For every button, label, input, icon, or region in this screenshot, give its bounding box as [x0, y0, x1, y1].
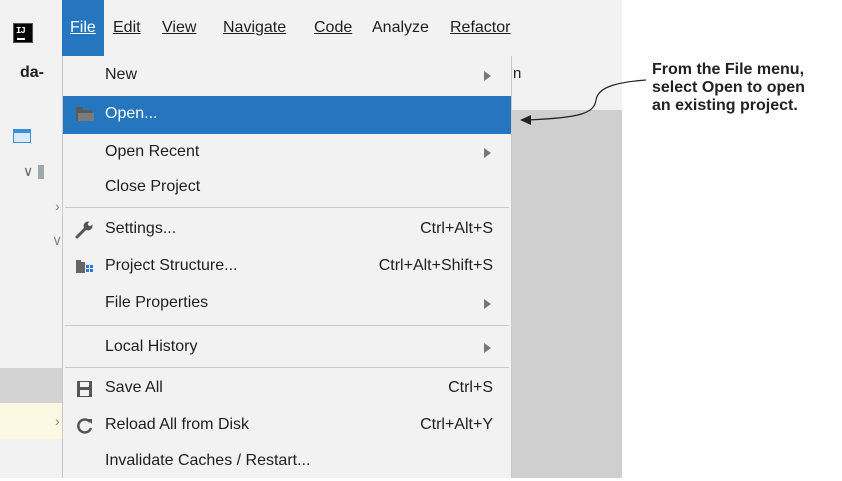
menu-view[interactable]: View: [154, 0, 204, 56]
menu-item-label: Save All: [105, 379, 163, 396]
menu-item-open[interactable]: Open...: [63, 96, 511, 134]
menu-file-label: File: [70, 19, 96, 36]
menu-separator: [65, 207, 509, 208]
annotation-line: select Open to open: [652, 79, 805, 96]
project-name[interactable]: da-: [20, 64, 44, 82]
menu-item-shortcut: Ctrl+Alt+Y: [420, 416, 493, 433]
project-structure-icon: [75, 258, 95, 276]
menu-item-settings[interactable]: Settings... Ctrl+Alt+S: [63, 211, 511, 249]
annotation-callout: From the File menu, select Open to open …: [652, 61, 842, 115]
menu-navigate[interactable]: Navigate: [215, 0, 294, 56]
menu-separator: [65, 367, 509, 368]
menu-item-label: Close Project: [105, 178, 201, 195]
toolbar-tail-text: n: [513, 65, 522, 82]
menu-code[interactable]: Code: [306, 0, 360, 56]
menu-item-new[interactable]: New: [63, 57, 511, 95]
menu-item-label: Open...: [105, 105, 158, 122]
menu-item-label: New: [105, 66, 138, 83]
menu-item-label: Reload All from Disk: [105, 416, 250, 433]
menu-code-label: Code: [314, 19, 353, 36]
app-logo-text: IJ: [16, 26, 26, 36]
menu-item-save-all[interactable]: Save All Ctrl+S: [63, 370, 511, 408]
menu-navigate-label: Navigate: [223, 19, 287, 36]
annotation-line: an existing project.: [652, 97, 798, 114]
menu-item-label: Local History: [105, 338, 198, 355]
menu-item-close-project[interactable]: Close Project: [63, 169, 511, 207]
project-panel-icon[interactable]: [13, 129, 31, 143]
menu-file[interactable]: File: [62, 0, 104, 56]
save-icon: [75, 380, 95, 398]
menu-item-open-recent[interactable]: Open Recent: [63, 134, 511, 172]
menu-bar: IJ File Edit View Navigate Code Analyze …: [0, 0, 622, 56]
menu-edit[interactable]: Edit: [105, 0, 149, 56]
submenu-arrow-icon: [484, 343, 491, 353]
folder-icon: [75, 106, 95, 124]
tree-row-selected[interactable]: [0, 368, 62, 403]
tree-row-highlighted[interactable]: [0, 403, 62, 439]
menu-separator: [65, 325, 509, 326]
menu-view-label: View: [162, 19, 197, 36]
submenu-arrow-icon: [484, 299, 491, 309]
menu-item-shortcut: Ctrl+S: [448, 379, 493, 396]
menu-item-label: File Properties: [105, 294, 209, 311]
menu-item-shortcut: Ctrl+Alt+Shift+S: [378, 257, 493, 274]
editor-area: [512, 110, 622, 478]
menu-item-file-properties[interactable]: File Properties: [63, 285, 511, 323]
reload-icon: [75, 417, 95, 435]
menu-item-project-structure[interactable]: Project Structure... Ctrl+Alt+Shift+S: [63, 248, 511, 286]
menu-analyze-label: Analyze: [372, 19, 429, 36]
tree-chevron-icon[interactable]: ∨: [52, 232, 62, 249]
menu-item-invalidate-caches[interactable]: Invalidate Caches / Restart...: [63, 443, 511, 481]
menu-item-reload-all[interactable]: Reload All from Disk Ctrl+Alt+Y: [63, 407, 511, 445]
menu-refactor-label: Refactor: [450, 19, 511, 36]
menu-item-label: Open Recent: [105, 143, 200, 160]
app-logo: IJ: [13, 23, 33, 43]
menu-item-local-history[interactable]: Local History: [63, 329, 511, 367]
wrench-icon: [75, 221, 95, 239]
menu-item-label: Project Structure...: [105, 257, 238, 274]
file-dropdown-menu: New Open... Open Recent Close Project Se…: [62, 56, 512, 478]
menu-edit-label: Edit: [113, 19, 141, 36]
menu-item-shortcut: Ctrl+Alt+S: [420, 220, 493, 237]
menu-item-label: Settings...: [105, 220, 177, 237]
menu-analyze[interactable]: Analyze: [364, 0, 437, 56]
chevron-down-icon[interactable]: ∨: [23, 163, 33, 180]
annotation-line: From the File menu,: [652, 61, 805, 78]
submenu-arrow-icon: [484, 148, 491, 158]
tree-chevron-icon[interactable]: ›: [55, 413, 60, 429]
tree-node-icon: [38, 165, 44, 179]
submenu-arrow-icon: [484, 71, 491, 81]
tree-chevron-icon[interactable]: ›: [55, 198, 60, 214]
menu-item-label: Invalidate Caches / Restart...: [105, 452, 311, 469]
menu-refactor[interactable]: Refactor: [442, 0, 518, 56]
